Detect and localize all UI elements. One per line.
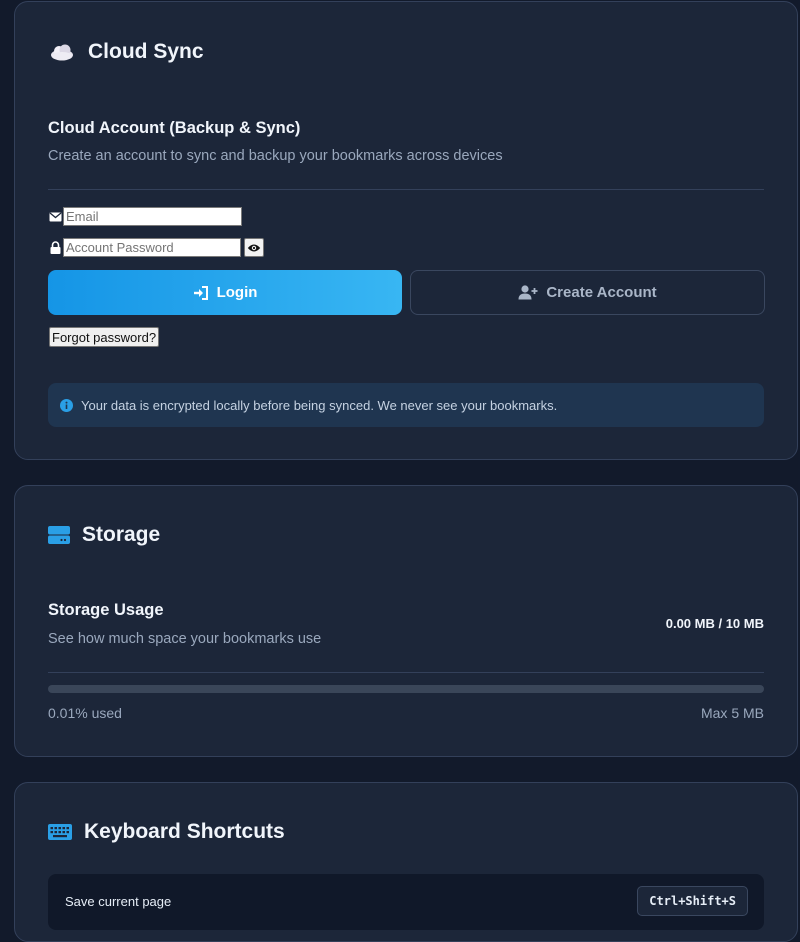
divider	[48, 189, 764, 190]
lock-icon	[48, 241, 62, 255]
storage-card: Storage Storage Usage See how much space…	[14, 485, 798, 757]
cloud-account-subtitle: Create an account to sync and backup you…	[48, 148, 503, 164]
keyboard-shortcuts-heading: Keyboard Shortcuts	[48, 820, 285, 844]
encryption-notice-text: Your data is encrypted locally before be…	[81, 398, 557, 413]
shortcut-keys: Ctrl+Shift+S	[637, 886, 748, 916]
cloud-sync-title: Cloud Sync	[88, 40, 204, 64]
login-button[interactable]: Login	[48, 270, 402, 315]
show-password-button[interactable]	[244, 238, 264, 257]
storage-heading: Storage	[48, 523, 160, 547]
storage-usage-value: 0.00 MB / 10 MB	[666, 616, 764, 631]
divider	[48, 672, 764, 673]
create-account-label: Create Account	[546, 284, 656, 301]
cloud-sync-heading: Cloud Sync	[48, 40, 204, 64]
email-input[interactable]	[63, 207, 242, 226]
email-row	[48, 207, 242, 226]
forgot-password-button[interactable]: Forgot password?	[49, 327, 159, 347]
envelope-icon	[48, 210, 62, 224]
keyboard-shortcuts-card: Keyboard Shortcuts Save current page Ctr…	[14, 782, 798, 942]
shortcut-label: Save current page	[65, 894, 171, 909]
storage-usage-title: Storage Usage	[48, 601, 164, 620]
info-icon	[60, 399, 73, 412]
storage-usage-subtitle: See how much space your bookmarks use	[48, 631, 321, 647]
keyboard-icon	[48, 824, 72, 840]
login-label: Login	[217, 284, 258, 301]
shortcut-row: Save current page Ctrl+Shift+S	[48, 874, 764, 930]
cloud-icon	[48, 43, 76, 61]
create-account-button[interactable]: Create Account	[410, 270, 765, 315]
storage-progress-bar	[48, 685, 764, 693]
storage-used-label: 0.01% used	[48, 705, 122, 721]
storage-title: Storage	[82, 523, 160, 547]
cloud-account-title: Cloud Account (Backup & Sync)	[48, 119, 300, 138]
user-plus-icon	[518, 285, 538, 300]
sign-in-icon	[193, 286, 209, 300]
password-input[interactable]	[63, 238, 241, 257]
keyboard-shortcuts-title: Keyboard Shortcuts	[84, 820, 285, 844]
password-row	[48, 238, 264, 257]
storage-icon	[48, 526, 70, 544]
encryption-notice: Your data is encrypted locally before be…	[48, 383, 764, 427]
cloud-sync-card: Cloud Sync Cloud Account (Backup & Sync)…	[14, 1, 798, 460]
eye-icon	[247, 243, 261, 253]
storage-max-label: Max 5 MB	[701, 705, 764, 721]
